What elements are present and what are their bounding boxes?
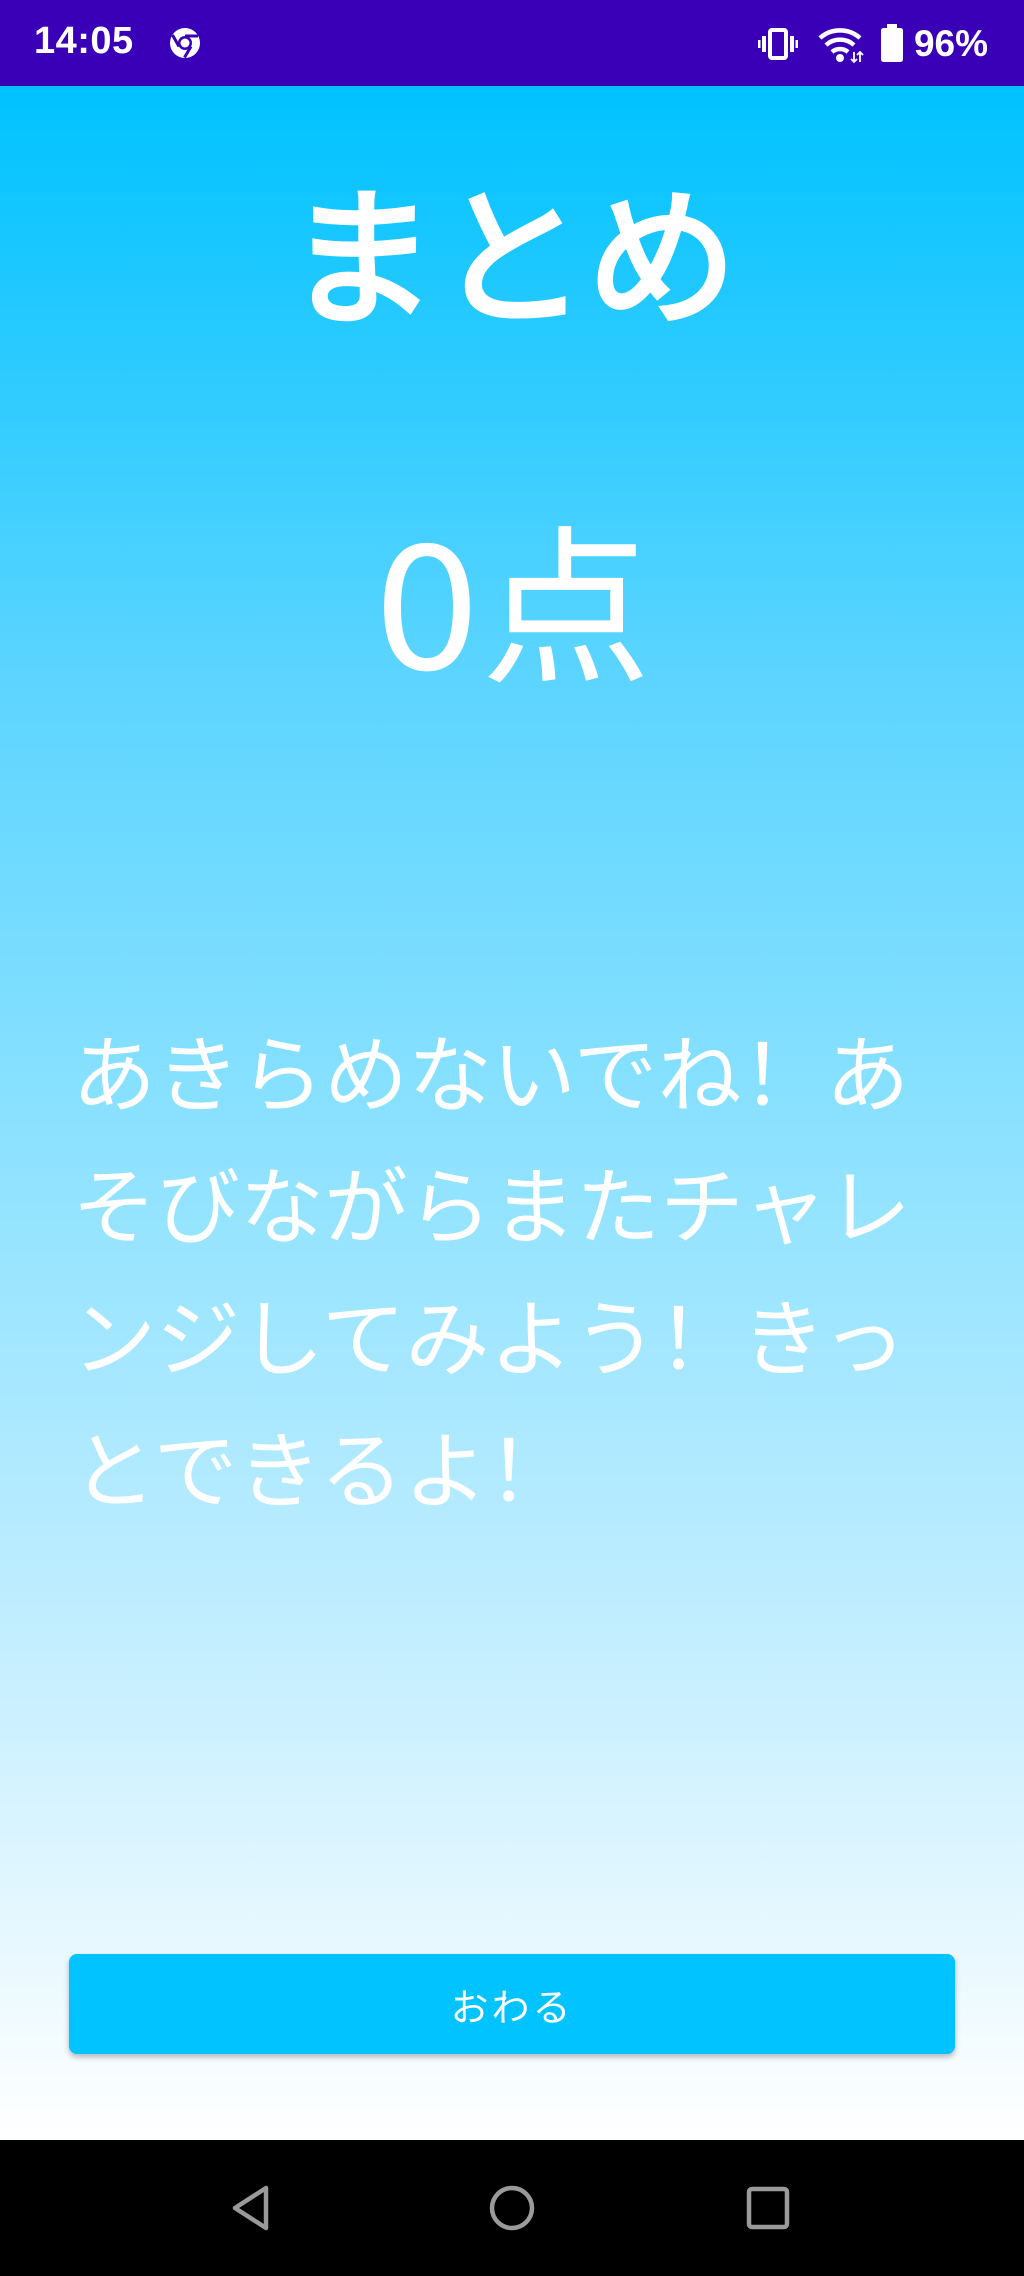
- status-time: 14:05: [34, 20, 134, 62]
- score-text: 0点: [372, 512, 652, 710]
- home-icon[interactable]: [484, 2180, 540, 2236]
- status-bar: 14:05 96%: [0, 0, 1024, 86]
- back-icon[interactable]: [226, 2180, 282, 2236]
- battery-percent: 96%: [913, 23, 988, 64]
- status-icons: 96%: [757, 20, 988, 68]
- wifi-icon: [818, 28, 864, 64]
- summary-screen: まとめ 0点 あきらめないでね！あそびながらまたチャレンジしてみよう！きっとでき…: [0, 86, 1024, 2140]
- battery-icon: [880, 24, 903, 62]
- finish-button[interactable]: おわる: [69, 1954, 955, 2054]
- recents-icon[interactable]: [740, 2180, 796, 2236]
- page-title: まとめ: [286, 174, 737, 348]
- navigation-bar: [0, 2140, 1024, 2276]
- vibrate-icon: [757, 28, 798, 60]
- chrome-icon: [170, 28, 200, 59]
- encouragement-message: あきらめないでね！あそびながらまたチャレンジしてみよう！きっとできるよ！: [72, 1027, 912, 1521]
